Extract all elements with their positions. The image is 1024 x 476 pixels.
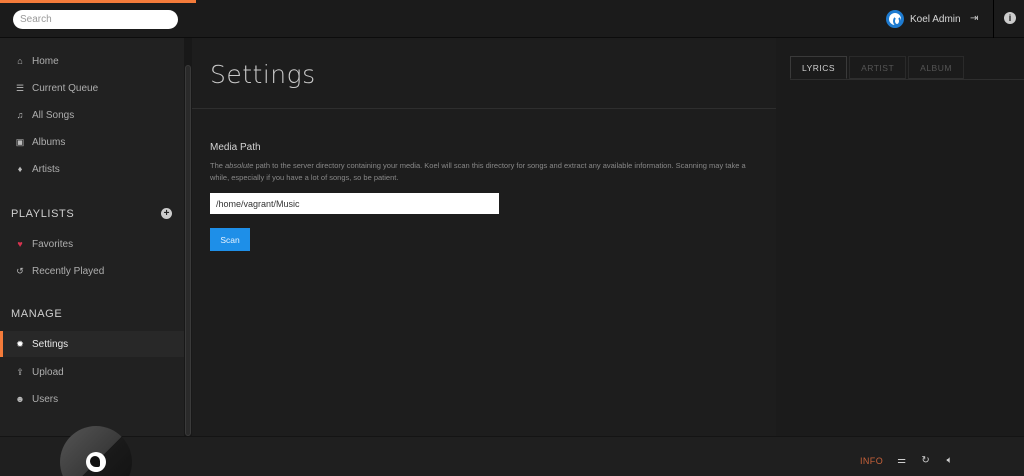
repeat-icon[interactable]: ↻ (920, 455, 931, 466)
sidebar: ⌂ Home ☰ Current Queue ♫ All Songs ▣ Alb… (0, 38, 184, 436)
sidebar-item-label: All Songs (32, 109, 75, 121)
tabs-divider (790, 79, 1024, 80)
help-text-emphasis: absolute (225, 161, 254, 170)
sidebar-scrollbar[interactable] (185, 65, 191, 436)
sidebar-item-recently-played[interactable]: ↺ Recently Played (0, 258, 184, 284)
media-path-help-text: The absolute path to the server director… (210, 160, 760, 184)
extra-panel-tabs: LYRICS ARTIST ALBUM (790, 56, 966, 79)
media-path-input[interactable] (210, 193, 499, 214)
media-path-label: Media Path (210, 142, 261, 153)
sidebar-item-artists[interactable]: ♦ Artists (0, 156, 184, 182)
volume-icon[interactable]: 🔈︎ (944, 455, 955, 466)
help-text-suffix: path to the server directory containing … (210, 161, 746, 182)
user-menu[interactable]: Koel Admin (886, 10, 961, 28)
microphone-icon: ♦ (17, 164, 23, 174)
manage-section-title: MANAGE (11, 308, 63, 320)
history-icon: ↺ (16, 265, 24, 276)
tab-lyrics[interactable]: LYRICS (790, 56, 848, 79)
scan-button[interactable]: Scan (210, 228, 250, 251)
upload-icon: ⇪ (16, 366, 24, 377)
music-note-icon: ♫ (16, 110, 24, 120)
page-title: Settings (210, 60, 316, 89)
sidebar-item-all-songs[interactable]: ♫ All Songs (0, 102, 184, 128)
koel-logo-icon (86, 452, 106, 472)
sidebar-item-label: Current Queue (32, 82, 99, 94)
sidebar-item-favorites[interactable]: ♥ Favorites (0, 231, 184, 257)
sidebar-item-home[interactable]: ⌂ Home (0, 48, 184, 74)
search-input[interactable] (13, 10, 178, 29)
logout-icon[interactable]: ⇥ (970, 13, 982, 25)
help-text-prefix: The (210, 161, 226, 170)
tab-album[interactable]: ALBUM (908, 56, 964, 79)
sidebar-item-settings[interactable]: ✹ Settings (0, 331, 184, 357)
footer-controls: INFO ⚌ ↻ 🔈︎ (860, 455, 955, 466)
user-name[interactable]: Koel Admin (910, 14, 961, 25)
about-info-icon[interactable]: i (1004, 12, 1016, 24)
sidebar-item-label: Home (32, 55, 59, 67)
sidebar-item-current-queue[interactable]: ☰ Current Queue (0, 75, 184, 101)
sidebar-item-label: Favorites (32, 238, 74, 250)
extra-panel: LYRICS ARTIST ALBUM (776, 38, 1024, 436)
queue-icon: ☰ (15, 82, 25, 93)
home-icon: ⌂ (17, 56, 23, 66)
heart-icon: ♥ (17, 239, 23, 249)
users-icon: ☻ (15, 394, 25, 404)
sidebar-item-label: Upload (32, 366, 64, 378)
album-icon: ▣ (15, 136, 25, 147)
gear-icon: ✹ (16, 338, 24, 349)
topbar-divider (993, 0, 994, 38)
add-playlist-icon[interactable]: + (161, 208, 172, 219)
main-content: Settings Media Path The absolute path to… (192, 38, 776, 436)
tab-artist[interactable]: ARTIST (849, 56, 907, 79)
sidebar-item-users[interactable]: ☻ Users (0, 386, 184, 412)
sidebar-item-label: Albums (32, 136, 66, 148)
top-bar: Koel Admin ⇥ i (0, 0, 1024, 38)
sidebar-item-upload[interactable]: ⇪ Upload (0, 359, 184, 385)
info-toggle-button[interactable]: INFO (860, 456, 883, 466)
equalizer-icon[interactable]: ⚌ (896, 455, 907, 466)
sidebar-item-label: Recently Played (32, 265, 105, 277)
sidebar-item-label: Settings (32, 338, 69, 350)
user-avatar-icon[interactable] (886, 10, 904, 28)
playlists-section-title: PLAYLISTS (11, 208, 75, 220)
sidebar-item-label: Artists (32, 163, 60, 175)
progress-accent-bar (0, 0, 196, 3)
sidebar-item-label: Users (32, 393, 59, 405)
sidebar-item-albums[interactable]: ▣ Albums (0, 129, 184, 155)
title-divider (192, 108, 776, 109)
